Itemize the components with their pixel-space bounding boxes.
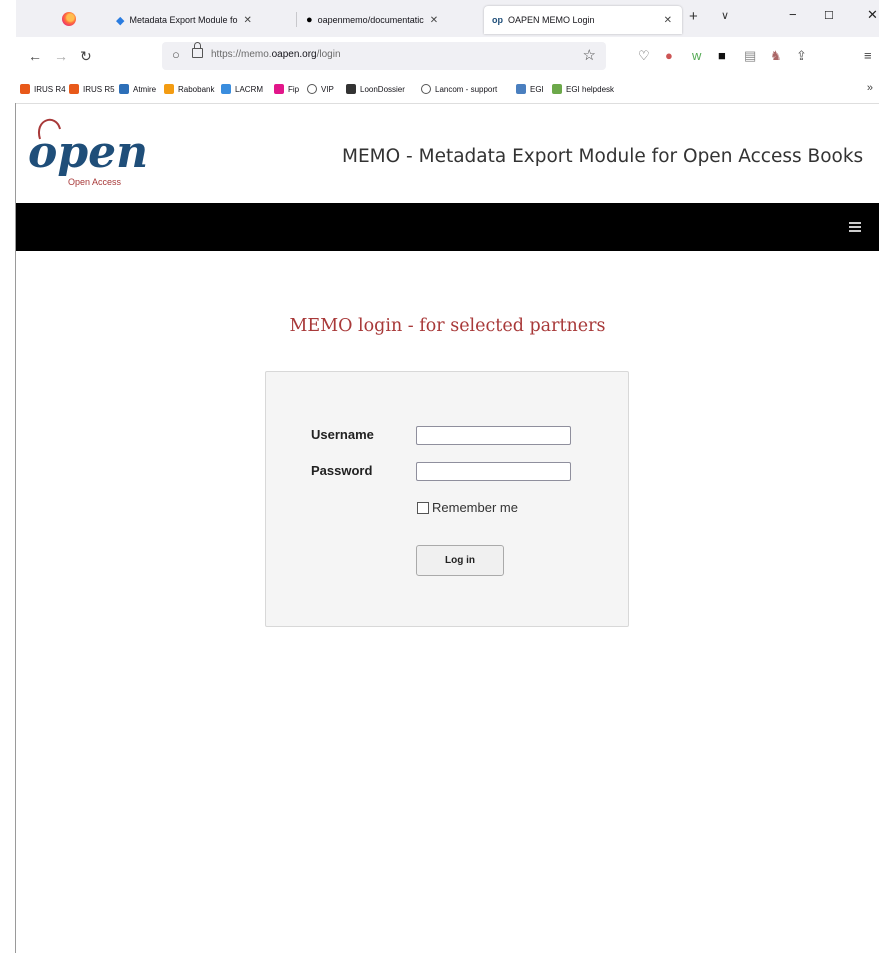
tab-oapen-login[interactable]: op OAPEN MEMO Login ✕: [484, 6, 682, 34]
browser-nav-bar: ← → ↻ ○ https://memo.oapen.org/login ☆ ♡…: [16, 37, 879, 77]
remember-me-option[interactable]: Remember me: [417, 500, 518, 515]
bookmark-irus-r4[interactable]: IRUS R4: [20, 84, 66, 94]
back-icon[interactable]: ←: [28, 48, 42, 64]
bookmark-star-icon[interactable]: ☆: [583, 46, 596, 64]
diamond-icon: ◆: [116, 14, 125, 27]
oapen-logo[interactable]: open Open Access: [26, 115, 146, 190]
login-heading: MEMO login - for selected partners: [289, 316, 606, 336]
menu-icon[interactable]: ≡: [864, 48, 872, 63]
bookmark-irus-r5[interactable]: IRUS R5: [69, 84, 115, 94]
password-label: Password: [311, 463, 373, 478]
login-button[interactable]: Log in: [416, 545, 504, 576]
bookmark-rabobank[interactable]: Rabobank: [164, 84, 214, 94]
close-icon[interactable]: ✕: [244, 15, 252, 26]
extension-icon[interactable]: w: [692, 48, 701, 63]
navigation-bar: [16, 203, 879, 251]
bookmark-fip[interactable]: Fip: [274, 84, 299, 94]
bookmark-loondossier[interactable]: LoonDossier: [346, 84, 405, 94]
bookmark-egi-helpdesk[interactable]: EGI helpdesk: [552, 84, 614, 94]
bookmark-egi[interactable]: EGI: [516, 84, 544, 94]
password-input[interactable]: [416, 462, 571, 481]
bookmark-atmire[interactable]: Atmire: [119, 84, 156, 94]
close-icon[interactable]: ✕: [664, 15, 672, 26]
tab-github[interactable]: ● oapenmemo/documentatic ✕: [306, 6, 476, 34]
shield-icon[interactable]: ○: [172, 47, 180, 62]
bookmarks-overflow-icon[interactable]: »: [867, 82, 873, 94]
username-input[interactable]: [416, 426, 571, 445]
bookmark-lacrm[interactable]: LACRM: [221, 84, 263, 94]
reload-icon[interactable]: ↻: [80, 48, 92, 65]
bookmarks-toolbar: IRUS R4 IRUS R5 Atmire Rabobank LACRM Fi…: [16, 77, 879, 104]
remember-me-checkbox[interactable]: [417, 501, 429, 514]
oapen-favicon: op: [492, 15, 503, 25]
reader-icon[interactable]: ▤: [744, 48, 756, 64]
window-close-icon[interactable]: ✕: [867, 7, 878, 23]
remember-me-label: Remember me: [432, 500, 518, 515]
share-icon[interactable]: ⇪: [796, 48, 807, 64]
close-icon[interactable]: ✕: [430, 15, 438, 26]
site-title: MEMO - Metadata Export Module for Open A…: [342, 146, 864, 167]
github-icon: ●: [306, 14, 313, 26]
maximize-icon[interactable]: ☐: [824, 9, 834, 22]
logo-tagline: Open Access: [68, 177, 122, 187]
extension-icon[interactable]: ■: [718, 48, 726, 63]
chevron-down-icon[interactable]: ∨: [721, 9, 729, 22]
svg-text:open: open: [28, 127, 146, 178]
lock-icon[interactable]: [192, 42, 203, 58]
minimize-icon[interactable]: −: [789, 7, 797, 22]
bookmark-vip[interactable]: VIP: [307, 84, 334, 94]
address-bar[interactable]: ○ https://memo.oapen.org/login ☆: [162, 42, 606, 70]
tab-metadata-export[interactable]: ◆ Metadata Export Module fo ✕: [116, 6, 284, 34]
browser-tab-bar: ◆ Metadata Export Module fo ✕ ● oapenmem…: [16, 0, 879, 37]
tab-title: Metadata Export Module fo: [129, 15, 238, 25]
extension-icon[interactable]: ●: [665, 48, 673, 63]
hamburger-menu-icon[interactable]: [849, 222, 861, 232]
extension-icon[interactable]: ♞: [770, 48, 782, 64]
login-form: [265, 371, 629, 627]
firefox-icon[interactable]: [62, 12, 76, 26]
new-tab-icon[interactable]: +: [689, 8, 698, 25]
bookmark-lancom-support[interactable]: Lancom - support: [421, 84, 497, 94]
forward-icon[interactable]: →: [54, 48, 68, 64]
tab-title: OAPEN MEMO Login: [508, 15, 595, 25]
pocket-icon[interactable]: ♡: [638, 48, 650, 64]
username-label: Username: [311, 427, 374, 442]
tab-title: oapenmemo/documentatic: [317, 15, 424, 25]
url-text[interactable]: https://memo.oapen.org/login: [211, 49, 341, 60]
